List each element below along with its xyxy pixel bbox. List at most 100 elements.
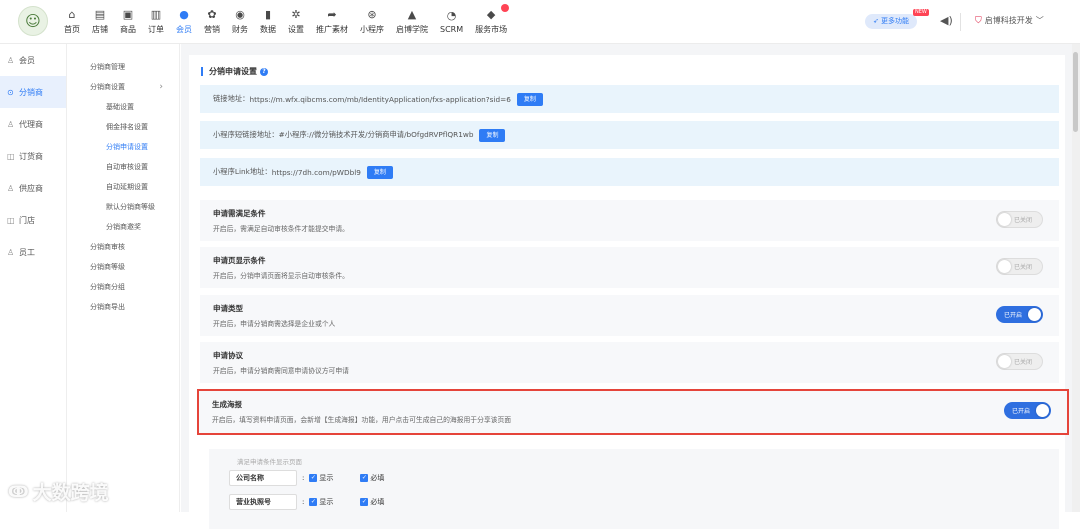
submenu-item[interactable]: 分销商管理 bbox=[67, 57, 179, 77]
chevron-right-icon: › bbox=[159, 82, 163, 92]
nav-label: 推广素材 bbox=[316, 25, 348, 34]
required-checkbox[interactable]: ✓ 必填 bbox=[360, 497, 384, 507]
submenu-item[interactable]: 分销商导出 bbox=[67, 297, 179, 317]
sidebar-item[interactable]: ⊙ 分销商 bbox=[0, 76, 66, 108]
nav-label: 数据 bbox=[260, 25, 276, 34]
rocket-icon: ➶ bbox=[872, 17, 882, 25]
toggle-switch[interactable]: 已关闭 bbox=[996, 353, 1043, 370]
copy-button[interactable]: 复制 bbox=[516, 92, 543, 106]
nav-item[interactable]: ▤ 店铺 bbox=[86, 0, 114, 44]
submenu-item[interactable]: 分销商设置 › bbox=[67, 77, 179, 97]
sidebar-item[interactable]: ♙ 代理商 bbox=[0, 108, 66, 140]
toggle-knob bbox=[998, 213, 1011, 226]
nav-item[interactable]: ▮ 数据 bbox=[254, 0, 282, 44]
required-checkbox[interactable]: ✓ 必填 bbox=[360, 473, 384, 483]
setting-description: 开启后，申请分销商需同意申请协议方可申请 bbox=[213, 367, 349, 375]
staff-icon: ♙ bbox=[7, 247, 15, 257]
submenu-item-label: 自动审核设置 bbox=[106, 163, 148, 171]
main-content: 分销申请设置 ? 链接地址： https://m.wfx.qibcms.com/m… bbox=[181, 44, 1072, 529]
copy-button[interactable]: 复制 bbox=[366, 165, 393, 179]
show-checkbox[interactable]: ✓ 显示 bbox=[309, 473, 333, 483]
field-row-company: 公司名称 : ✓ 显示 ✓ 必填 bbox=[229, 470, 406, 486]
link-value: #小程序://微分销技术开发/分销商申请/bOfgdRVPflQR1wb bbox=[278, 130, 474, 139]
submenu-item[interactable]: 分销商分组 bbox=[67, 277, 179, 297]
nav-item[interactable]: ▣ 商品 bbox=[114, 0, 142, 44]
user-icon: ♙ bbox=[7, 55, 15, 65]
help-icon[interactable]: ? bbox=[260, 67, 268, 76]
submenu-item[interactable]: 自动延期设置 bbox=[67, 177, 179, 197]
toggle-switch[interactable]: 已关闭 bbox=[996, 258, 1043, 275]
setting-title: 申请协议 bbox=[213, 351, 243, 360]
section-title: 分销申请设置 ? bbox=[201, 67, 268, 76]
sidebar-item[interactable]: ◫ 门店 bbox=[0, 204, 66, 236]
toggle-switch[interactable]: 已关闭 bbox=[996, 211, 1043, 228]
nav-item[interactable]: ▥ 订单 bbox=[142, 0, 170, 44]
toggle-knob bbox=[998, 355, 1011, 368]
submenu-item[interactable]: 佣金排名设置 bbox=[67, 117, 179, 137]
nav-item[interactable]: ◔ SCRM bbox=[434, 0, 469, 44]
toggle-label: 已开启 bbox=[1004, 312, 1023, 319]
nav-item[interactable]: ◆ 服务市场 bbox=[469, 0, 513, 44]
nav-item[interactable]: ▲ 启博学院 bbox=[390, 0, 434, 44]
nav-item[interactable]: ⊛ 小程序 bbox=[354, 0, 390, 44]
submenu-item-label: 分销商审核 bbox=[90, 243, 125, 251]
show-checkbox[interactable]: ✓ 显示 bbox=[309, 497, 333, 507]
sidebar-item-label: 会员 bbox=[19, 55, 35, 65]
required-label: 必填 bbox=[370, 498, 385, 506]
toggle-label: 已开启 bbox=[1012, 408, 1031, 415]
submenu-item[interactable]: 分销商审核 bbox=[67, 237, 179, 257]
nav-item[interactable]: ⌂ 首页 bbox=[58, 0, 86, 44]
sidebar-item[interactable]: ♙ 员工 bbox=[0, 236, 66, 268]
nav-label: 首页 bbox=[64, 25, 80, 34]
sidebar-item[interactable]: ♙ 供应商 bbox=[0, 172, 66, 204]
avatar[interactable]: ☺ bbox=[18, 6, 48, 36]
more-features-label: 更多功能 bbox=[881, 17, 910, 25]
member-icon: ● bbox=[179, 8, 189, 21]
link-value: https://7dh.com/pWDbl9 bbox=[271, 167, 361, 177]
submenu-item-label: 分销商导出 bbox=[90, 303, 125, 311]
nav-item[interactable]: ◉ 财务 bbox=[226, 0, 254, 44]
settings-icon: ✲ bbox=[291, 8, 301, 21]
more-features-button[interactable]: ➶ 更多功能 bbox=[865, 14, 917, 29]
setting-row: 申请页显示条件开启后，分销申请页面将显示自动审核条件。 已关闭 bbox=[200, 247, 1059, 288]
submenu-item[interactable]: 分销商邀奖 bbox=[67, 217, 179, 237]
submenu-item[interactable]: 分销申请设置 bbox=[67, 137, 179, 157]
submenu-item-label: 分销商等级 bbox=[90, 263, 125, 271]
submenu-item[interactable]: 分销商等级 bbox=[67, 257, 179, 277]
speaker-icon[interactable]: ◀) bbox=[940, 14, 953, 27]
toggle-switch[interactable]: 已开启 bbox=[1004, 402, 1051, 419]
watermark: ↂ 大数跨境 bbox=[8, 478, 109, 505]
submenu: 分销商管理分销商设置 › 基础设置 佣金排名设置 分销申请设置自动审核设置自动延期设置默… bbox=[67, 44, 180, 512]
goods-icon: ▣ bbox=[122, 8, 134, 21]
company-switcher[interactable]: ⛉ 启博科技开发 ﹀ bbox=[975, 15, 1044, 26]
sidebar-item[interactable]: ◫ 订货商 bbox=[0, 140, 66, 172]
sidebar-item-label: 代理商 bbox=[19, 119, 43, 129]
order-icon: ▥ bbox=[150, 8, 162, 21]
setting-row: 申请协议开启后，申请分销商需同意申请协议方可申请 已关闭 bbox=[200, 342, 1059, 383]
submenu-item-label: 分销商管理 bbox=[90, 63, 125, 71]
chevron-down-icon: ﹀ bbox=[1035, 16, 1044, 25]
toggle-switch[interactable]: 已开启 bbox=[996, 306, 1043, 323]
nav-item[interactable]: ● 会员 bbox=[170, 0, 198, 44]
data-icon: ▮ bbox=[264, 8, 272, 21]
nav-label: 订单 bbox=[148, 25, 164, 34]
submenu-item-label: 默认分销商等级 bbox=[106, 203, 155, 211]
nav-item[interactable]: ➦ 推广素材 bbox=[310, 0, 354, 44]
setting-title: 申请页显示条件 bbox=[213, 256, 266, 265]
scrollbar-thumb[interactable] bbox=[1073, 52, 1078, 132]
nav-label: 会员 bbox=[176, 25, 192, 34]
nav-label: 设置 bbox=[288, 25, 304, 34]
setting-description: 开启后，分销申请页面将显示自动审核条件。 bbox=[213, 272, 349, 280]
nav-item[interactable]: ✲ 设置 bbox=[282, 0, 310, 44]
marketing-icon: ✿ bbox=[207, 8, 217, 21]
submenu-item[interactable]: 自动审核设置 bbox=[67, 157, 179, 177]
share-icon: ➦ bbox=[327, 8, 337, 21]
nav-item[interactable]: ✿ 营销 bbox=[198, 0, 226, 44]
copy-button[interactable]: 复制 bbox=[479, 128, 506, 142]
miniapp-link-row: 小程序Link地址： https://7dh.com/pWDbl9 复制 bbox=[200, 158, 1059, 186]
sidebar-item[interactable]: ♙ 会员 bbox=[0, 44, 66, 76]
submenu-item[interactable]: 基础设置 bbox=[67, 97, 179, 117]
show-label: 显示 bbox=[319, 474, 334, 482]
submenu-item-label: 分销商邀奖 bbox=[106, 223, 141, 231]
submenu-item[interactable]: 默认分销商等级 bbox=[67, 197, 179, 217]
